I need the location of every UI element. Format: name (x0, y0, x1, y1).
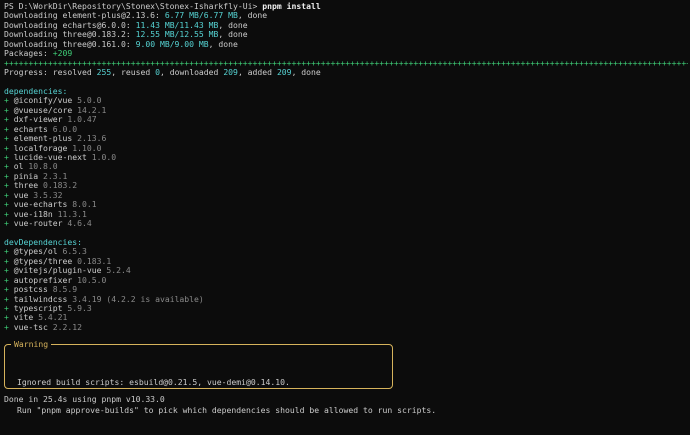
dependencies-title: dependencies: (4, 85, 68, 96)
package-version: 2.2.12 (52, 321, 82, 332)
package-entry: + vue-tsc 2.2.12 (4, 321, 688, 332)
packages-label: Packages: (4, 48, 48, 59)
download-line: Downloading three@0.161.0: 9.00 MB/9.00 … (4, 38, 688, 49)
package-entry: + vue-echarts 8.0.1 (4, 199, 688, 209)
package-entry: + pinia 2.3.1 (4, 171, 688, 181)
package-name: vue-tsc (13, 321, 48, 332)
prompt-command: pnpm install (262, 2, 321, 11)
packages-count: +209 (52, 48, 73, 59)
package-entry: + vue 3.5.32 (4, 190, 688, 200)
packages-line: Packages: +209 (4, 48, 688, 59)
download-status: , done (208, 38, 238, 49)
warning-box: Warning Ignored build scripts: esbuild@0… (4, 339, 436, 415)
done-line: Done in 25.4s using pnpm v10.33.0 (4, 394, 165, 404)
package-entry: + element-plus 2.13.6 (4, 133, 688, 143)
added-marker: + (4, 218, 9, 229)
progress-reused-label: , reused (111, 67, 151, 78)
download-amount: 9.00 MB/9.00 MB (135, 38, 209, 49)
warning-line-approve: Run "pnpm approve-builds" to pick which … (17, 405, 437, 416)
package-version: 5.9.3 (67, 303, 92, 313)
package-entry: + vue-i18n 11.3.1 (4, 209, 688, 219)
warning-title: Warning (11, 339, 52, 350)
progress-line: Progress: resolved 255, reused 0, downlo… (4, 67, 688, 78)
warning-line-ignored: Ignored build scripts: esbuild@0.21.5, v… (17, 376, 290, 387)
progress-prefix: Progress: resolved (4, 67, 92, 78)
package-entry: + @vitejs/plugin-vue 5.2.4 (4, 266, 688, 275)
package-version: 4.6.4 (67, 218, 92, 229)
dev-dependencies-list: + @types/ol 6.5.3 + @types/three 0.183.1 +… (4, 247, 688, 332)
dev-dependencies-title: devDependencies: (4, 236, 82, 247)
progress-suffix: , done (291, 67, 321, 78)
package-entry: + lucide-vue-next 1.0.0 (4, 152, 688, 162)
package-entry: + ol 10.8.0 (4, 162, 688, 171)
package-name: vue-router (13, 218, 63, 229)
package-entry: + typescript 5.9.3 (4, 303, 688, 313)
package-entry: + @iconify/vue 5.0.0 (4, 96, 688, 105)
dependencies-list: + @iconify/vue 5.0.0 + @vueuse/core 14.2.… (4, 96, 688, 228)
package-entry: + tailwindcss 3.4.19 (4.2.2 is available… (4, 294, 688, 304)
package-entry: + vite 5.4.21 (4, 313, 688, 322)
progress-added-label: , added (237, 67, 273, 78)
package-version: 1.0.0 (91, 152, 117, 162)
package-entry: + three 0.183.2 (4, 181, 688, 190)
package-version: 5.2.4 (106, 265, 131, 276)
progress-downloaded: 209 (223, 67, 238, 78)
added-marker: + (4, 321, 9, 332)
package-entry: + dxf-viewer 1.0.47 (4, 115, 688, 124)
progress-resolved: 255 (96, 67, 112, 78)
package-entry: + @vueuse/core 14.2.1 (4, 105, 688, 115)
package-entry: + echarts 6.0.0 (4, 124, 688, 134)
package-entry: + vue-router 4.6.4 (4, 218, 688, 229)
progress-added: 209 (276, 67, 292, 78)
progress-downloaded-label: , downloaded (159, 67, 219, 78)
package-version: 10.5.0 (77, 274, 107, 285)
package-entry: + autoprefixer 10.5.0 (4, 274, 688, 285)
